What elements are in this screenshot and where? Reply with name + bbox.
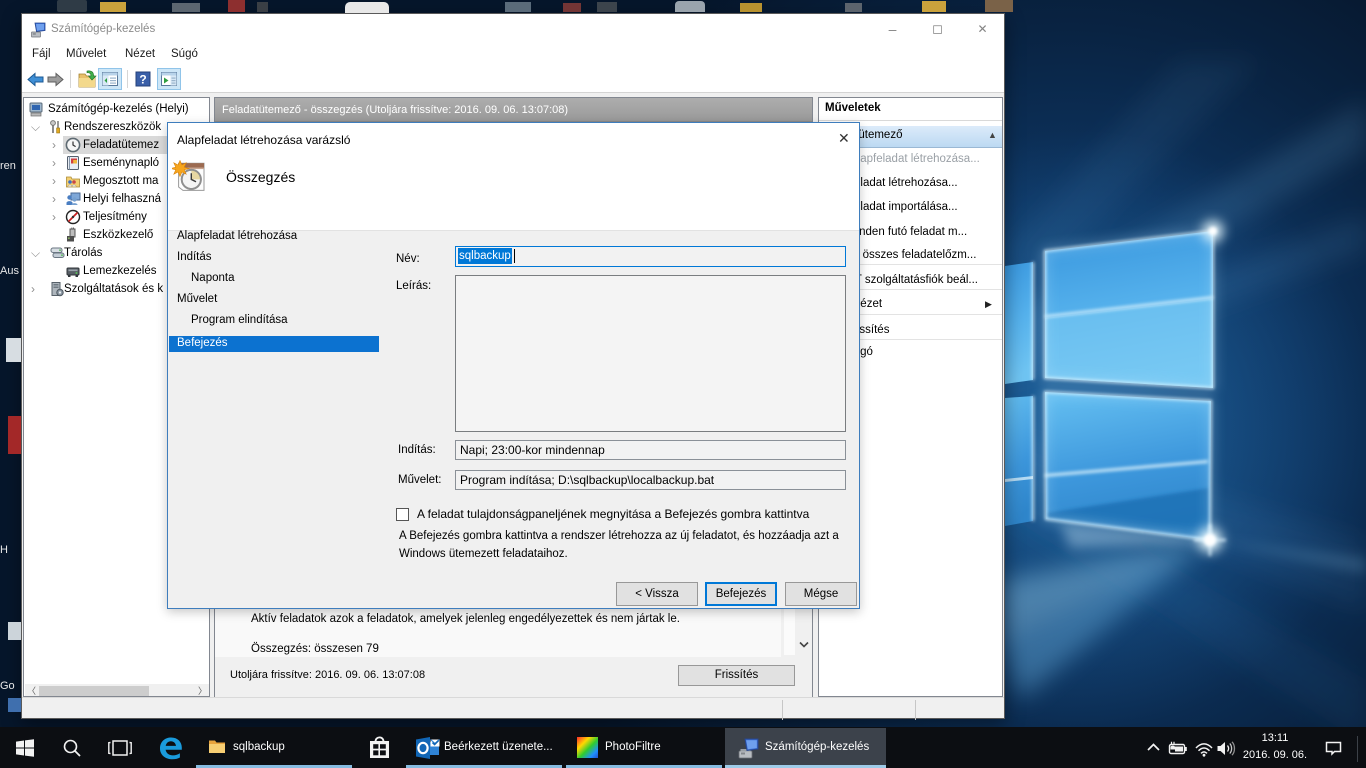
svg-text:?: ? [139, 73, 146, 87]
